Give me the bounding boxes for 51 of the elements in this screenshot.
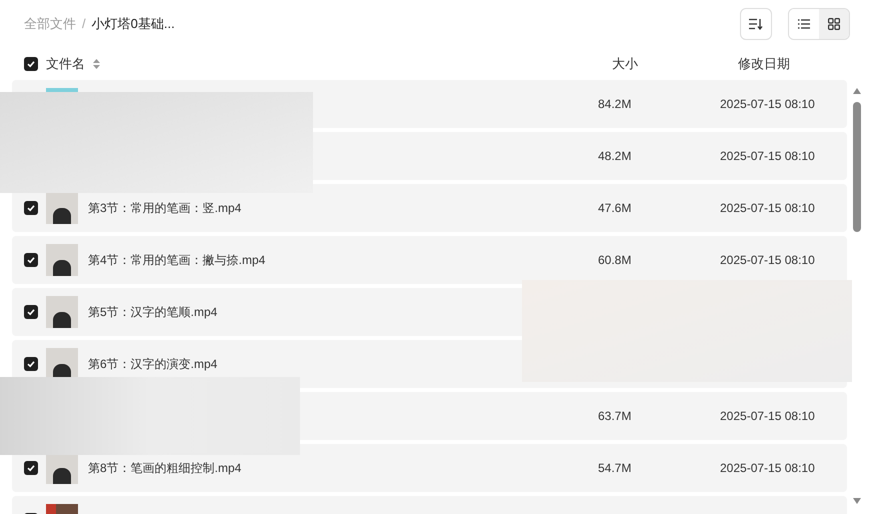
video-thumbnail xyxy=(46,348,78,380)
checkbox[interactable] xyxy=(24,357,38,371)
scrollbar-thumb[interactable] xyxy=(853,102,861,232)
scroll-up-icon[interactable] xyxy=(853,88,861,94)
file-row[interactable]: 第3节：常用的笔画：竖.mp4 47.6M 2025-07-15 08:10 xyxy=(12,184,847,232)
file-name: 第4节：常用的笔画：撇与捺.mp4 xyxy=(88,253,266,267)
grid-view-button[interactable] xyxy=(819,9,849,39)
file-row[interactable]: 第4节：常用的笔画：撇与捺.mp4 60.8M 2025-07-15 08:10 xyxy=(12,236,847,284)
file-name: 第5节：汉字的笔顺.mp4 xyxy=(88,305,218,319)
file-name: 第6节：汉字的演变.mp4 xyxy=(88,357,218,371)
file-size: 63.7M xyxy=(598,409,632,423)
column-header[interactable]: 文件名 xyxy=(46,54,85,74)
file-size: 47.6M xyxy=(598,201,632,215)
checkbox[interactable] xyxy=(24,253,38,267)
grid-icon xyxy=(828,18,840,30)
modified-date: 2025-07-15 08:10 xyxy=(720,201,815,215)
checkbox[interactable] xyxy=(24,305,38,319)
modified-date: 2025-07-15 08:10 xyxy=(720,409,815,423)
checkmark-icon xyxy=(27,256,35,264)
video-thumbnail xyxy=(46,452,78,484)
checkbox[interactable] xyxy=(24,461,38,475)
sort-icon xyxy=(749,18,763,30)
checkmark-icon xyxy=(27,360,35,368)
video-thumbnail xyxy=(46,192,78,224)
file-size: 84.2M xyxy=(598,97,632,111)
checkmark-icon xyxy=(27,60,35,68)
video-thumbnail xyxy=(46,244,78,276)
file-size: 60.8M xyxy=(598,253,632,267)
file-size: 48.2M xyxy=(598,149,632,163)
scroll-down-icon[interactable] xyxy=(853,498,861,504)
checkbox[interactable] xyxy=(24,201,38,215)
modified-date: 2025-07-15 08:10 xyxy=(720,97,815,111)
checkbox[interactable] xyxy=(24,57,38,71)
checkmark-icon xyxy=(27,464,35,472)
modified-date: 2025-07-15 08:10 xyxy=(720,149,815,163)
file-name: 第3节：常用的笔画：竖.mp4 xyxy=(88,201,242,215)
checkmark-icon xyxy=(27,308,35,316)
breadcrumb-item: 小灯塔0基础... xyxy=(92,15,175,34)
sort-arrows-icon[interactable] xyxy=(93,59,100,69)
modified-date: 2025-07-15 08:10 xyxy=(720,461,815,475)
breadcrumb-separator: / xyxy=(82,15,86,34)
file-row[interactable]: 第8节：笔画的粗细控制.mp4 54.7M 2025-07-15 08:10 xyxy=(12,444,847,492)
video-thumbnail xyxy=(46,296,78,328)
list-icon xyxy=(798,19,810,29)
file-name: 第8节：笔画的粗细控制.mp4 xyxy=(88,461,242,475)
checkmark-icon xyxy=(27,204,35,212)
column-header: 修改日期 xyxy=(737,55,790,74)
file-size: 54.7M xyxy=(598,461,632,475)
column-header: 大小 xyxy=(611,55,639,74)
modified-date: 2025-07-15 08:10 xyxy=(720,253,815,267)
sort-button[interactable] xyxy=(740,8,772,40)
